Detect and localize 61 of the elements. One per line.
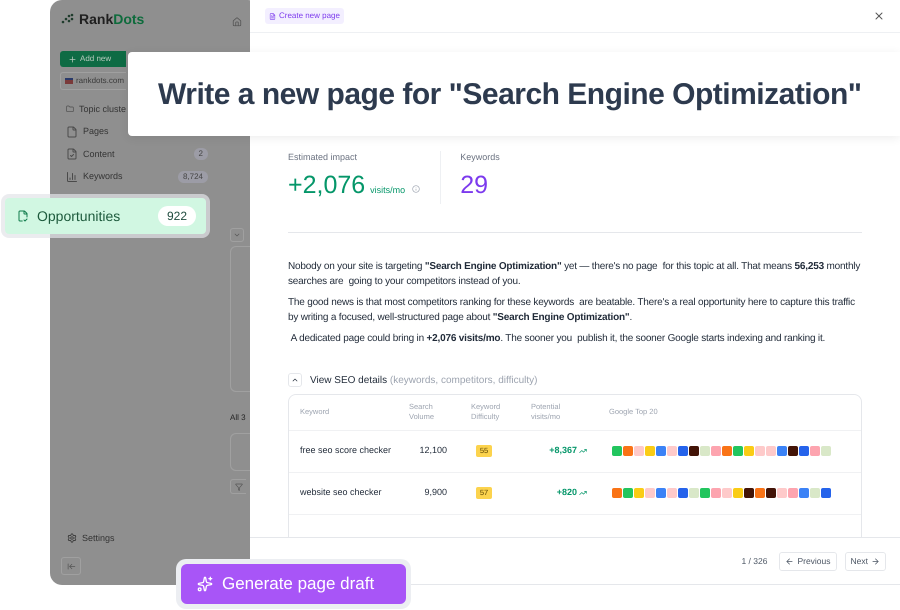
expand-button[interactable] bbox=[230, 228, 244, 242]
seo-details-toggle[interactable]: View SEO details (keywords, competitors, difficulty) bbox=[288, 372, 538, 388]
page-title: Write a new page for "Search Engine Optimization" bbox=[158, 76, 862, 112]
count-badge: 2 bbox=[194, 148, 208, 160]
count-badge: 8,724 bbox=[178, 170, 208, 183]
stat-label: Keywords bbox=[460, 151, 500, 164]
previous-button[interactable]: Previous bbox=[779, 552, 837, 570]
bar-chart-icon bbox=[66, 170, 78, 183]
document-icon bbox=[269, 12, 276, 20]
opportunities-label: Opportunities bbox=[37, 206, 122, 226]
volume-cell-text: 9,900 bbox=[423, 486, 447, 500]
stat-value: 29 bbox=[460, 170, 488, 200]
opportunities-item[interactable]: Opportunities 922 bbox=[5, 198, 206, 234]
description-paragraph: The good news is that most competitors ranking for these keywords are beatable. There's a real opportunity here to capture this traffic by writing a focused, well-structured page about "Search Engine Optimization". bbox=[288, 296, 856, 324]
volume-cell-text: 12,100 bbox=[418, 444, 447, 458]
count-badge: 922 bbox=[158, 206, 196, 226]
filter-button[interactable] bbox=[230, 479, 246, 494]
page-type-badge: Create new page bbox=[265, 8, 344, 24]
stat-label: Estimated impact bbox=[288, 151, 358, 164]
chevron-down-icon bbox=[233, 231, 241, 239]
plus-icon bbox=[68, 54, 77, 64]
stat-unit: visits/mo bbox=[370, 184, 406, 196]
trend-up-icon bbox=[579, 489, 587, 497]
stat-value: +2,076 bbox=[288, 170, 366, 200]
site-selector[interactable]: rankdots.com bbox=[60, 72, 126, 90]
info-icon bbox=[412, 184, 420, 192]
settings-item[interactable]: Settings bbox=[60, 532, 220, 545]
filter-icon bbox=[234, 482, 242, 490]
arrow-right-icon bbox=[871, 556, 880, 566]
sidebar-item[interactable]: Topic cluste bbox=[60, 98, 126, 120]
file-icon bbox=[66, 126, 78, 138]
site-name: rankdots.com bbox=[76, 75, 124, 87]
description-paragraph: A dedicated page could bring in +2,076 visits/mo. The sooner you publish it, the sooner Google starts indexing and ranking it. bbox=[290, 332, 826, 346]
sidebar-item[interactable]: Keywords 8,724 bbox=[60, 166, 220, 188]
potential-cell-text: +820 bbox=[556, 486, 577, 500]
potential-cell-text: +8,367 bbox=[549, 444, 577, 458]
flag-icon bbox=[65, 78, 73, 84]
sidebar-item[interactable]: Content 2 bbox=[60, 143, 220, 166]
next-button[interactable]: Next bbox=[844, 552, 886, 570]
chevron-up-icon bbox=[288, 373, 302, 387]
sidebar-item[interactable]: Pages bbox=[60, 120, 126, 143]
keyword-cell-text: free seo score checker bbox=[299, 444, 392, 458]
document-icon bbox=[66, 148, 78, 160]
home-icon bbox=[232, 17, 242, 27]
document-check-icon bbox=[17, 210, 29, 222]
collapse-icon bbox=[66, 562, 76, 570]
trend-up-icon bbox=[579, 447, 587, 455]
sparkles-icon bbox=[197, 576, 213, 592]
arrow-left-icon bbox=[785, 556, 794, 566]
logo-text: RankDots bbox=[79, 10, 144, 28]
generate-draft-button[interactable]: Generate page draft bbox=[181, 564, 406, 604]
page-counter: 1 / 326 bbox=[741, 554, 768, 568]
close-icon bbox=[873, 10, 885, 22]
add-project-button[interactable]: Add new bbox=[60, 51, 126, 67]
description-paragraph: Nobody on your site is targeting "Search Engine Optimization" yet — there's no page for this topic at all. That means 56,253 monthly searches are going to your competitors instead of you. bbox=[288, 260, 862, 288]
logo-icon bbox=[60, 13, 74, 25]
settings-icon bbox=[67, 533, 77, 544]
collapse-button[interactable] bbox=[61, 557, 81, 575]
keyword-cell-text: website seo checker bbox=[299, 486, 383, 500]
close-button[interactable] bbox=[873, 10, 885, 22]
list-heading: All 3 bbox=[230, 412, 246, 424]
